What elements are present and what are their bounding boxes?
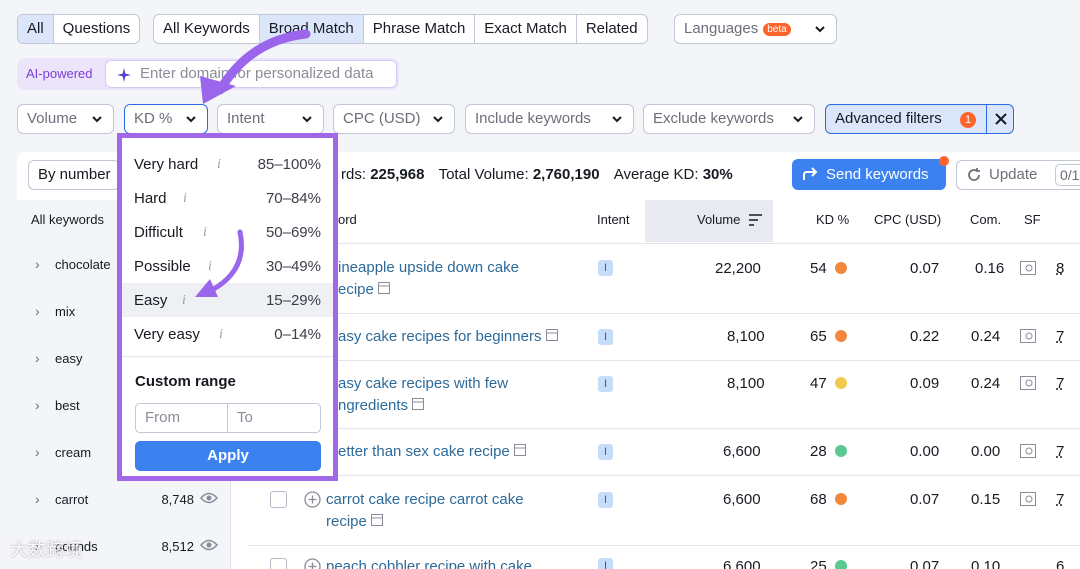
annotation-arrow-to-easy (209, 229, 244, 293)
annotation-arrows (195, 29, 311, 297)
annotation-arrow-to-kd (215, 29, 311, 95)
watermark-logo: 大数跨境 (10, 540, 82, 560)
